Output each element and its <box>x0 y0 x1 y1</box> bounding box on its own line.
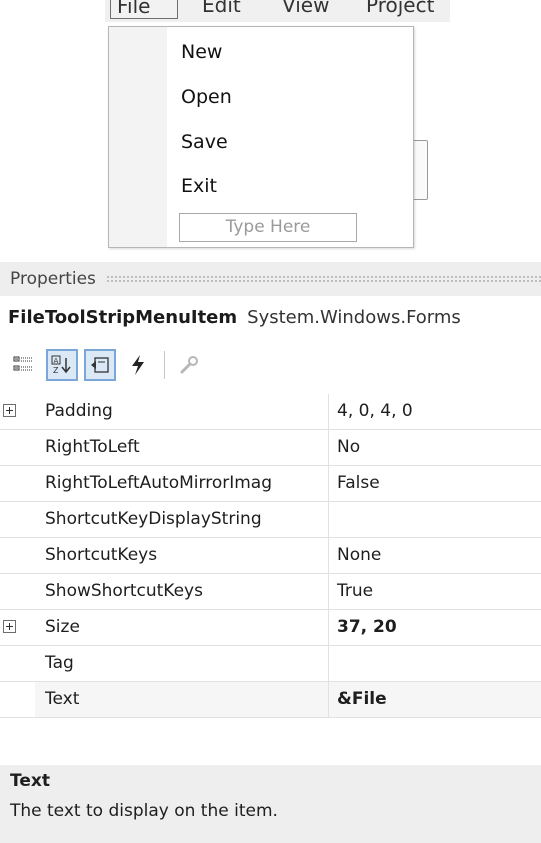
menu-project[interactable]: Project <box>360 0 434 17</box>
property-name: RightToLeft <box>35 430 329 465</box>
property-row-shortcutkeys[interactable]: ShortcutKeys None <box>0 538 541 574</box>
categorized-icon[interactable] <box>8 349 40 381</box>
menu-view[interactable]: View <box>276 0 329 17</box>
property-name: ShortcutKeyDisplayString <box>35 502 329 537</box>
property-name: ShowShortcutKeys <box>35 574 329 609</box>
property-value[interactable]: True <box>329 574 541 609</box>
file-dropdown-menu: New Open Save Exit Type Here <box>108 26 414 248</box>
titlebar-grip[interactable] <box>105 275 541 283</box>
property-value[interactable] <box>329 646 541 681</box>
property-row-righttoleft[interactable]: RightToLeft No <box>0 430 541 466</box>
property-pages-icon[interactable] <box>173 349 205 381</box>
property-name: RightToLeftAutoMirrorImag <box>35 466 329 501</box>
property-name: Padding <box>35 394 329 429</box>
properties-titlebar: Properties <box>0 262 541 296</box>
row-gutter <box>0 466 35 501</box>
object-type: System.Windows.Forms <box>247 306 461 328</box>
property-name: Size <box>35 610 329 645</box>
svg-text:Z: Z <box>53 366 59 375</box>
menu-item-exit[interactable]: Exit <box>181 171 217 201</box>
property-row-padding[interactable]: Padding 4, 0, 4, 0 <box>0 394 541 430</box>
property-row-size[interactable]: Size 37, 20 <box>0 610 541 646</box>
expand-icon[interactable] <box>3 620 16 633</box>
property-value[interactable]: No <box>329 430 541 465</box>
toolbar-separator <box>164 351 165 379</box>
svg-text:A: A <box>54 357 59 365</box>
row-gutter <box>0 574 35 609</box>
properties-toolbar: A Z <box>0 343 541 387</box>
description-text: The text to display on the item. <box>10 801 278 821</box>
description-panel: Text The text to display on the item. <box>0 765 541 843</box>
menu-file[interactable]: File <box>110 0 178 19</box>
row-gutter <box>0 502 35 537</box>
menu-item-open[interactable]: Open <box>181 82 232 112</box>
property-value[interactable]: False <box>329 466 541 501</box>
property-row-righttoleftautomirrorimage[interactable]: RightToLeftAutoMirrorImag False <box>0 466 541 502</box>
image-margin <box>109 27 167 247</box>
property-row-shortcutkeydisplaystring[interactable]: ShortcutKeyDisplayString <box>0 502 541 538</box>
property-value[interactable]: 4, 0, 4, 0 <box>329 394 541 429</box>
property-row-text[interactable]: Text &File <box>0 682 541 718</box>
property-value[interactable]: &File <box>329 682 541 717</box>
property-name: Tag <box>35 646 329 681</box>
alphabetical-icon[interactable]: A Z <box>46 349 78 381</box>
menu-edit[interactable]: Edit <box>196 0 241 17</box>
menu-item-save[interactable]: Save <box>181 127 228 157</box>
object-name: FileToolStripMenuItem <box>8 306 238 328</box>
properties-title: Properties <box>10 269 96 289</box>
object-selector[interactable]: FileToolStripMenuItem System.Windows.For… <box>0 296 541 338</box>
property-row-tag[interactable]: Tag <box>0 646 541 682</box>
expand-icon[interactable] <box>3 404 16 417</box>
property-name: Text <box>35 682 329 717</box>
properties-icon[interactable] <box>84 349 116 381</box>
row-gutter <box>0 646 35 681</box>
property-value[interactable]: 37, 20 <box>329 610 541 645</box>
property-row-showshortcutkeys[interactable]: ShowShortcutKeys True <box>0 574 541 610</box>
type-here-input[interactable]: Type Here <box>179 213 357 242</box>
property-value[interactable]: None <box>329 538 541 573</box>
background-control <box>412 140 428 200</box>
description-title: Text <box>10 771 50 791</box>
row-gutter <box>0 682 35 717</box>
property-grid: Padding 4, 0, 4, 0 RightToLeft No RightT… <box>0 394 541 718</box>
row-gutter <box>0 430 35 465</box>
property-value[interactable] <box>329 502 541 537</box>
property-name: ShortcutKeys <box>35 538 329 573</box>
row-gutter <box>0 538 35 573</box>
menu-item-new[interactable]: New <box>181 37 222 67</box>
events-icon[interactable] <box>122 349 154 381</box>
